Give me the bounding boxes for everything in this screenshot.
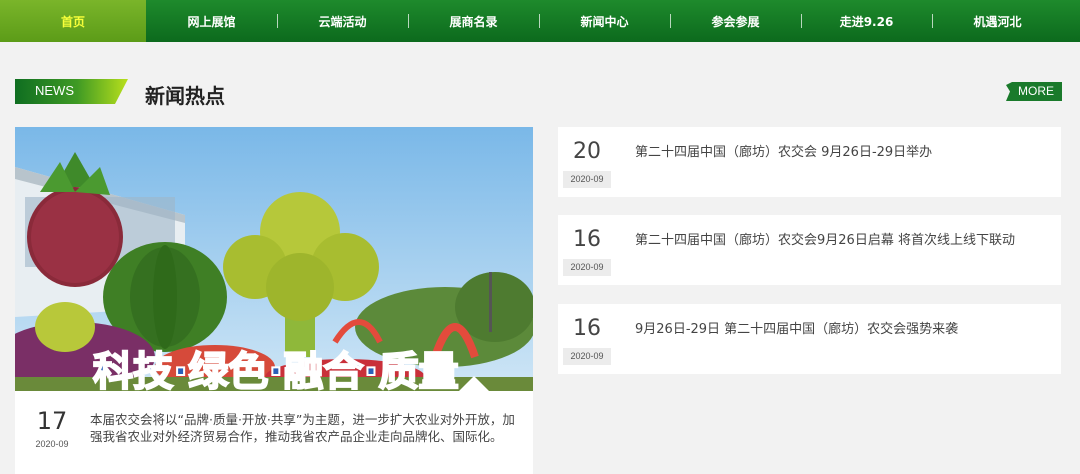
nav-item-home[interactable]: 首页 bbox=[0, 0, 146, 42]
nav-item-exhibitor-directory[interactable]: 展商名录 bbox=[408, 0, 539, 42]
featured-date-year-month: 2020-09 bbox=[35, 439, 69, 449]
featured-news-card[interactable]: 17 2020-09 本届农交会将以“品牌·质量·开放·共享”为主题，进一步扩大… bbox=[15, 391, 533, 474]
news-date-year-month: 2020-09 bbox=[563, 259, 611, 276]
news-date-box: 20 2020-09 bbox=[563, 135, 611, 188]
news-title-link[interactable]: 9月26日-29日 第二十四届中国（廊坊）农交会强势来袭 bbox=[635, 318, 958, 337]
news-date-day: 20 bbox=[573, 139, 601, 164]
news-title-link[interactable]: 第二十四届中国（廊坊）农交会 9月26日-29日举办 bbox=[635, 141, 932, 160]
news-date-box: 16 2020-09 bbox=[563, 223, 611, 276]
news-tag-label: NEWS bbox=[35, 83, 74, 98]
nav-item-about-926[interactable]: 走进9.26 bbox=[801, 0, 932, 42]
news-date-day: 16 bbox=[573, 316, 601, 341]
news-date-day: 16 bbox=[573, 227, 601, 252]
news-title-link[interactable]: 第二十四届中国（廊坊）农交会9月26日启幕 将首次线上线下联动 bbox=[635, 229, 1015, 248]
news-list-item[interactable]: 20 2020-09 第二十四届中国（廊坊）农交会 9月26日-29日举办 bbox=[558, 127, 1061, 197]
nav-item-cloud-events[interactable]: 云端活动 bbox=[277, 0, 408, 42]
nav-item-attend-exhibit[interactable]: 参会参展 bbox=[670, 0, 801, 42]
featured-summary[interactable]: 本届农交会将以“品牌·质量·开放·共享”为主题，进一步扩大农业对外开放，加强我省… bbox=[90, 411, 520, 445]
news-date-box: 16 2020-09 bbox=[563, 312, 611, 365]
section-title: 新闻热点 bbox=[145, 84, 225, 108]
featured-pointer bbox=[459, 376, 489, 391]
news-list-item[interactable]: 16 2020-09 第二十四届中国（廊坊）农交会9月26日启幕 将首次线上线下… bbox=[558, 215, 1061, 285]
news-date-year-month: 2020-09 bbox=[563, 348, 611, 365]
featured-news-image[interactable]: 科技·绿色·融合·质量 bbox=[15, 127, 533, 391]
main-nav: 首页 网上展馆 云端活动 展商名录 新闻中心 参会参展 走进9.26 机遇河北 bbox=[0, 0, 1080, 42]
news-list-item[interactable]: 16 2020-09 9月26日-29日 第二十四届中国（廊坊）农交会强势来袭 bbox=[558, 304, 1061, 374]
more-button[interactable]: MORE bbox=[1006, 82, 1062, 101]
featured-image-slogan: 科技·绿色·融合·质量 bbox=[93, 349, 459, 391]
nav-item-hebei-opportunity[interactable]: 机遇河北 bbox=[932, 0, 1063, 42]
featured-date-day: 17 bbox=[36, 407, 68, 435]
nav-item-news-center[interactable]: 新闻中心 bbox=[539, 0, 670, 42]
news-date-year-month: 2020-09 bbox=[563, 171, 611, 188]
nav-item-online-pavilion[interactable]: 网上展馆 bbox=[146, 0, 277, 42]
news-section-tag: NEWS bbox=[15, 79, 128, 104]
more-button-label: MORE bbox=[1018, 84, 1054, 98]
